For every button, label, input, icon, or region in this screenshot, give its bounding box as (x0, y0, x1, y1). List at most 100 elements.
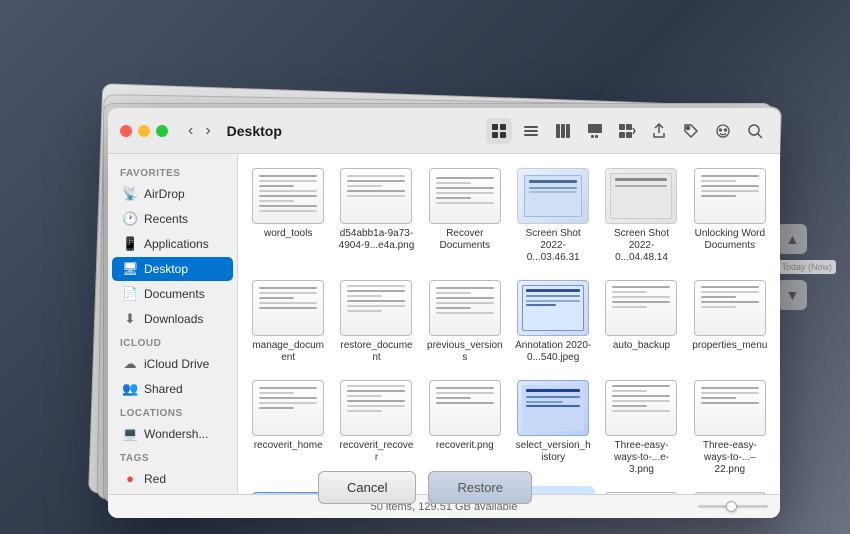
cancel-button[interactable]: Cancel (318, 471, 416, 504)
file-thumb (605, 380, 677, 436)
file-thumb (429, 380, 501, 436)
restore-button[interactable]: Restore (428, 471, 532, 504)
file-thumb (694, 380, 766, 436)
file-thumb (340, 380, 412, 436)
file-grid-container: word_tools d54abb1a-9a73-4904-9...e4a.pn… (238, 154, 780, 494)
slider-track (698, 505, 768, 508)
file-label: Three-easy-ways-to-...e-3.png (603, 440, 679, 476)
sidebar-item-desktop[interactable]: 🖥 Desktop (112, 257, 233, 281)
sidebar-item-tag-red[interactable]: ● Red (112, 467, 233, 490)
documents-icon: 📄 (122, 286, 138, 302)
sidebar-item-applications[interactable]: 📱 Applications (112, 232, 233, 256)
sidebar-item-downloads[interactable]: ⬇ Downloads (112, 307, 233, 331)
sidebar-item-label: Red (144, 472, 166, 486)
file-thumb (340, 280, 412, 336)
file-thumb (429, 168, 501, 224)
face-button[interactable] (710, 118, 736, 144)
file-item-finder-gotofolder[interactable]: finder_gotofolder (688, 486, 772, 494)
sidebar-item-label: Desktop (144, 262, 188, 276)
file-label: auto_backup (613, 340, 670, 352)
maximize-button[interactable] (156, 125, 168, 137)
file-item-unlocking-word[interactable]: Unlocking Word Documents (688, 162, 772, 270)
sidebar-item-label: Recents (144, 212, 188, 226)
downloads-icon: ⬇ (122, 311, 138, 327)
file-item-recoverit-home[interactable]: recoverit_home (246, 374, 330, 482)
file-item-manage-document[interactable]: manage_document (246, 274, 330, 370)
file-item-three-easy-22[interactable]: Three-easy-ways-to-...–22.png (688, 374, 772, 482)
file-item-recoverit-recover[interactable]: recoverit_recover (334, 374, 418, 482)
file-label: manage_document (250, 340, 326, 364)
notif-down-button[interactable]: ▼ (777, 280, 807, 310)
file-item-properties-menu[interactable]: properties_menu (688, 274, 772, 370)
file-item-version-history-mac[interactable]: version_history_mac (599, 486, 683, 494)
file-item-annotation[interactable]: Annotation 2020-0...540.jpeg (511, 274, 595, 370)
file-item-three-easy-3[interactable]: Three-easy-ways-to-...e-3.png (599, 374, 683, 482)
file-thumb (517, 380, 589, 436)
file-item-word-tools[interactable]: word_tools (246, 162, 330, 270)
file-item-screenshot2[interactable]: Screen Shot 2022-0...04.48.14 (599, 162, 683, 270)
close-button[interactable] (120, 125, 132, 137)
icloud-icon: ☁ (122, 356, 138, 372)
favorites-section-label: Favorites (108, 162, 237, 181)
file-item-select-version[interactable]: select_version_history (511, 374, 595, 482)
sidebar-item-airdrop[interactable]: 📡 AirDrop (112, 182, 233, 206)
file-item-previous-versions[interactable]: previous_versions (423, 274, 507, 370)
file-label: select_version_history (515, 440, 591, 464)
notif-label: Today (Now) (777, 260, 836, 274)
sidebar-item-shared[interactable]: 👥 Shared (112, 377, 233, 401)
file-label: word_tools (264, 228, 312, 240)
shared-icon: 👥 (122, 381, 138, 397)
file-label: previous_versions (427, 340, 503, 364)
sidebar-item-recents[interactable]: 🕐 Recents (112, 207, 233, 231)
zoom-slider[interactable] (698, 505, 768, 508)
file-thumb (694, 168, 766, 224)
window-title: Desktop (227, 123, 282, 139)
file-thumb (252, 168, 324, 224)
sidebar-item-label: Shared (144, 382, 183, 396)
tag-button[interactable] (678, 118, 704, 144)
file-item-d54abb[interactable]: d54abb1a-9a73-4904-9...e4a.png (334, 162, 418, 270)
nav-buttons: ‹ › (184, 120, 215, 142)
search-button[interactable] (742, 118, 768, 144)
group-button[interactable] (614, 118, 640, 144)
sidebar-item-label: Documents (144, 287, 205, 301)
file-label: Three-easy-ways-to-...–22.png (692, 440, 768, 476)
file-label: Screen Shot 2022-0...04.48.14 (603, 228, 679, 264)
file-label: Screen Shot 2022-0...03.46.31 (515, 228, 591, 264)
file-thumb (605, 280, 677, 336)
sidebar-item-wondersh[interactable]: 💻 Wondersh... (112, 422, 233, 446)
file-thumb (252, 280, 324, 336)
file-item-recover-docs[interactable]: Recover Documents (423, 162, 507, 270)
applications-icon: 📱 (122, 236, 138, 252)
file-item-auto-backup[interactable]: auto_backup (599, 274, 683, 370)
file-item-recoverit-png[interactable]: recoverit.png (423, 374, 507, 482)
forward-button[interactable]: › (201, 120, 214, 142)
tags-section-label: Tags (108, 447, 237, 466)
file-label: properties_menu (692, 340, 767, 352)
file-label: Recover Documents (427, 228, 503, 252)
back-button[interactable]: ‹ (184, 120, 197, 142)
red-tag-icon: ● (122, 471, 138, 486)
file-thumb (517, 168, 589, 224)
file-label: recoverit_home (254, 440, 323, 452)
list-view-button[interactable] (518, 118, 544, 144)
file-thumb (517, 280, 589, 336)
grid-view-button[interactable] (486, 118, 512, 144)
notif-up-button[interactable]: ▲ (777, 224, 807, 254)
minimize-button[interactable] (138, 125, 150, 137)
column-view-button[interactable] (550, 118, 576, 144)
gallery-view-button[interactable] (582, 118, 608, 144)
file-thumb (340, 168, 412, 224)
file-item-screenshot1[interactable]: Screen Shot 2022-0...03.46.31 (511, 162, 595, 270)
file-label: restore_document (338, 340, 414, 364)
sidebar-item-documents[interactable]: 📄 Documents (112, 282, 233, 306)
share-button[interactable] (646, 118, 672, 144)
traffic-lights (120, 125, 168, 137)
sidebar-item-label: iCloud Drive (144, 357, 209, 371)
file-label: Annotation 2020-0...540.jpeg (515, 340, 591, 364)
sidebar-item-icloud-drive[interactable]: ☁ iCloud Drive (112, 352, 233, 376)
sidebar: Favorites 📡 AirDrop 🕐 Recents 📱 Applicat… (108, 154, 238, 494)
file-label: recoverit_recover (338, 440, 414, 464)
file-label: d54abb1a-9a73-4904-9...e4a.png (338, 228, 414, 252)
file-item-restore-document[interactable]: restore_document (334, 274, 418, 370)
